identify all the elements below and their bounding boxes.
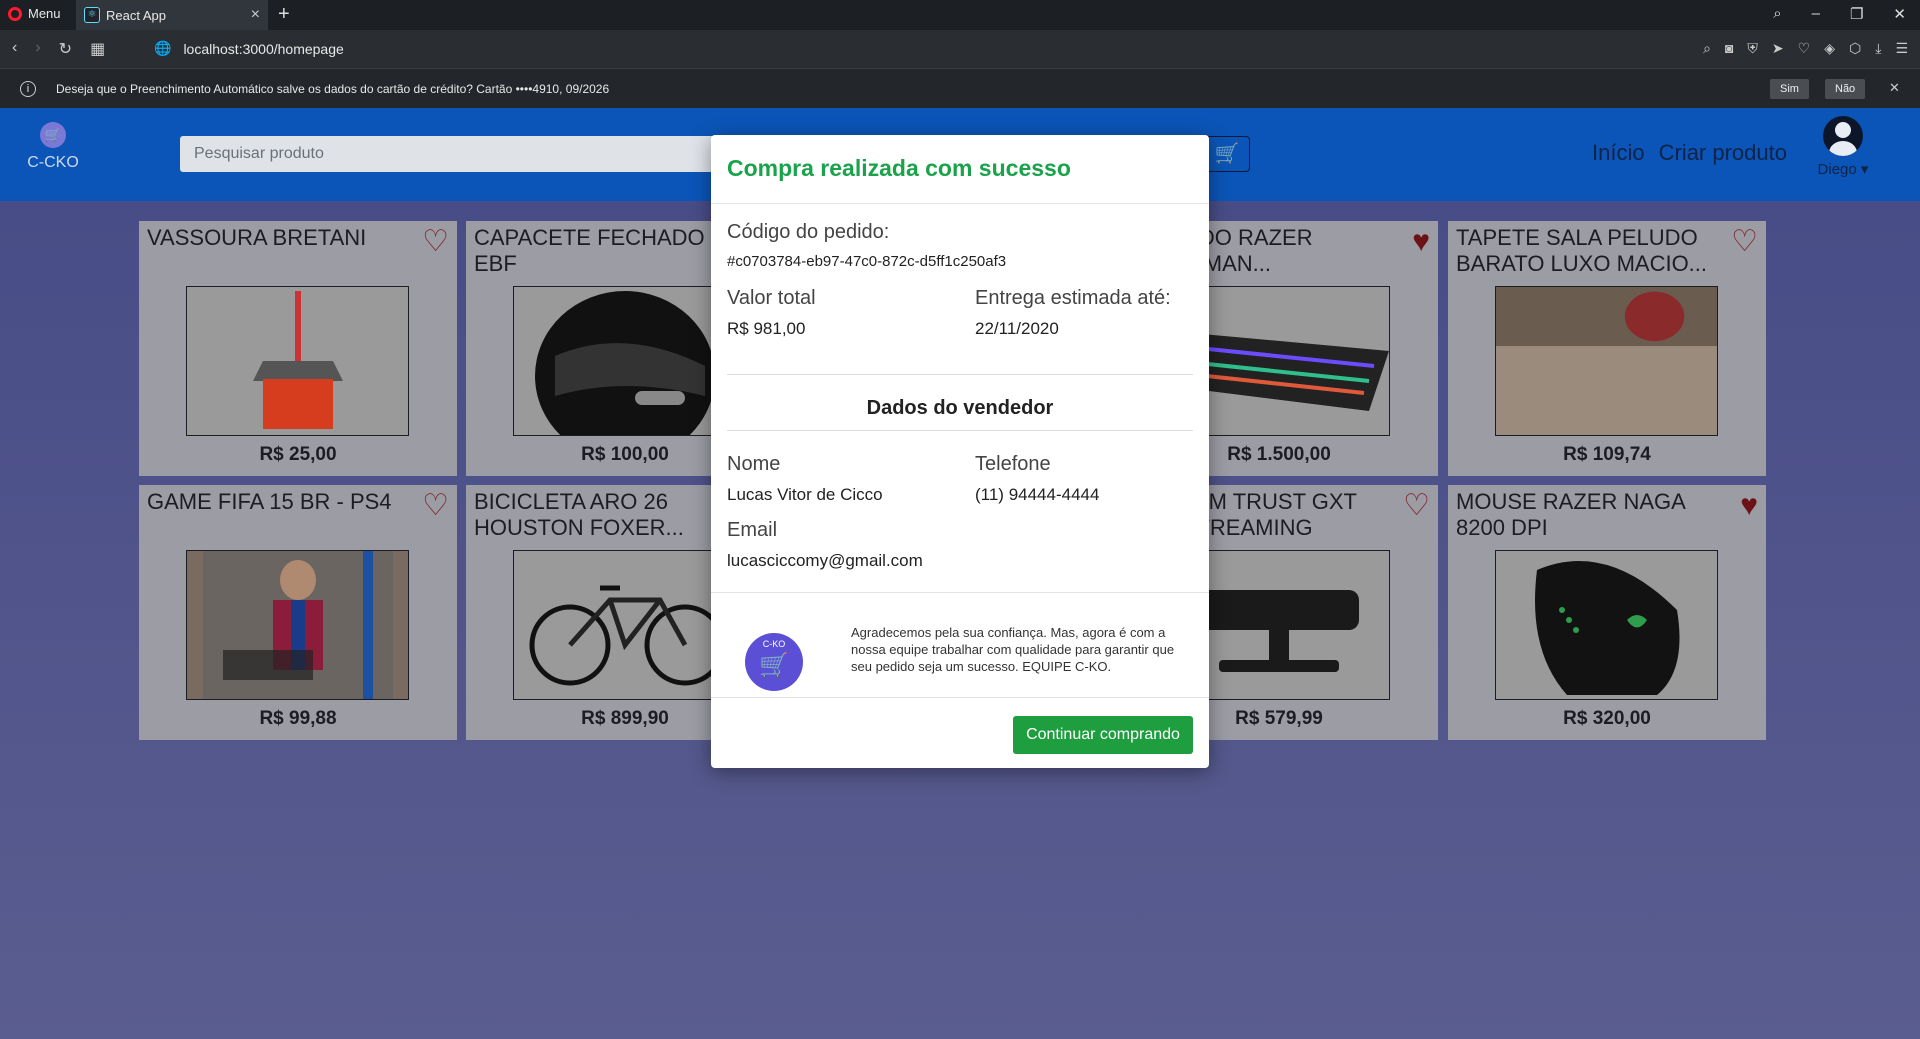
thanks-message: Agradecemos pela sua confiança. Mas, ago… [851,625,1175,674]
back-icon[interactable]: ‹ [12,39,17,59]
seller-email-label: Email [727,519,778,541]
address-bar-actions: ⌕ ◙ ⛨ ➤ ♡ ◈ ⬡ ⤓ ☰ [1703,40,1908,57]
divider [727,430,1193,431]
seller-name-value: Lucas Vitor de Cicco [727,485,883,504]
window-controls: ⌕ – ❐ ✕ [1773,5,1906,23]
app-root: 🛒 C-CKO Pesquisar produto 🛒 Início Criar… [0,108,1920,1039]
divider [711,697,1209,698]
cart-glyph-icon: 🛒 [759,652,789,679]
easy-setup-icon[interactable]: ☰ [1895,40,1908,57]
cko-cart-icon: C-KO 🛒 [745,633,803,691]
infobar-close-icon[interactable]: ✕ [1889,80,1900,96]
info-icon: i [20,81,36,97]
opera-logo-icon [8,6,22,21]
modal-title: Compra realizada com sucesso [727,155,1071,181]
total-label: Valor total [727,287,816,309]
search-tabs-icon[interactable]: ⌕ [1773,5,1781,23]
divider [711,203,1209,204]
shield-icon[interactable]: ⛨ [1747,40,1758,57]
download-icon[interactable]: ⤓ [1875,40,1881,57]
infobar-no-button[interactable]: Não [1825,79,1866,99]
browser-tab-bar: Menu ⚛ React App × + ⌕ – ❐ ✕ [0,0,1920,30]
tab-close-icon[interactable]: × [251,6,260,24]
divider [711,592,1209,593]
reload-icon[interactable]: ↻ [59,39,72,59]
order-code-label: Código do pedido: [727,221,890,243]
minimize-button[interactable]: – [1812,5,1820,23]
search-page-icon[interactable]: ⌕ [1703,40,1711,57]
tab-title: React App [106,7,166,23]
seller-name-label: Nome [727,453,781,475]
forward-icon[interactable]: › [35,39,40,59]
heart-bookmark-icon[interactable]: ♡ [1798,40,1811,57]
url-field[interactable]: 🌐 localhost:3000/homepage [154,40,344,57]
url-text: localhost:3000/homepage [183,40,344,57]
seller-section-title: Dados do vendedor [866,397,1054,419]
extension-icon[interactable]: ◈ [1824,40,1835,57]
globe-icon: 🌐 [154,40,172,56]
restore-button[interactable]: ❐ [1850,5,1863,23]
address-bar: ‹ › ↻ ▦ 🌐 localhost:3000/homepage ⌕ ◙ ⛨ … [0,30,1920,68]
divider [727,374,1193,375]
infobar-yes-button[interactable]: Sim [1770,79,1809,99]
react-favicon-icon: ⚛ [84,7,100,23]
tabs-grid-icon[interactable]: ▦ [90,39,105,59]
seller-email-value: lucasciccomy@gmail.com [727,551,923,570]
nav-buttons: ‹ › ↻ ▦ [12,39,105,59]
new-tab-button[interactable]: + [278,3,290,26]
send-icon[interactable]: ➤ [1772,40,1784,57]
camera-icon[interactable]: ◙ [1725,40,1733,57]
close-window-button[interactable]: ✕ [1893,5,1906,23]
delivery-value: 22/11/2020 [975,319,1059,338]
order-code-value: #c0703784-eb97-47c0-872c-d5ff1c250af3 [727,253,1007,270]
menu-label: Menu [28,6,61,21]
delivery-label: Entrega estimada até: [975,287,1171,309]
continue-shopping-button[interactable]: Continuar comprando [1013,716,1193,754]
infobar-message: Deseja que o Preenchimento Automático sa… [56,82,610,96]
seller-phone-value: (11) 94444-4444 [975,485,1100,504]
seller-phone-label: Telefone [975,453,1051,475]
browser-menu-button[interactable]: Menu [8,6,61,21]
purchase-success-modal: Compra realizada com sucesso Código do p… [711,135,1209,768]
browser-tab[interactable]: ⚛ React App × [76,0,268,30]
cko-badge-text: C-KO [762,639,786,649]
cube-icon[interactable]: ⬡ [1849,40,1861,57]
autofill-infobar: i Deseja que o Preenchimento Automático … [0,68,1920,108]
total-value: R$ 981,00 [727,319,806,338]
